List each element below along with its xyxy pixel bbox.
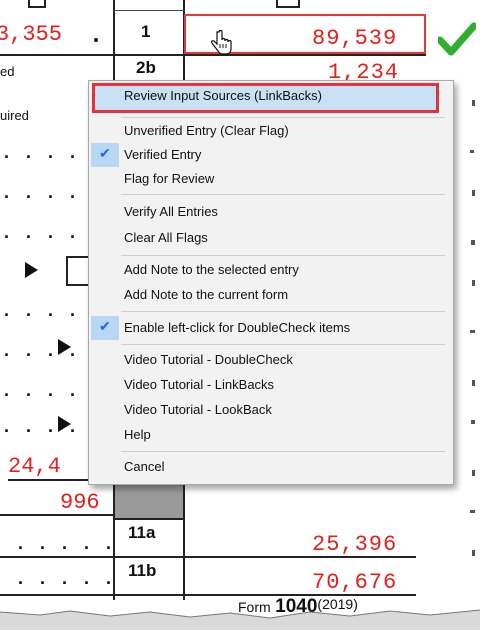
menu-item-unverified-entry[interactable]: Unverified Entry (Clear Flag): [89, 119, 453, 143]
menu-separator: [121, 451, 445, 452]
line-11a-amount[interactable]: 25,396: [312, 532, 397, 557]
dot-leader: . . . . .: [18, 533, 118, 553]
line-11b-amount[interactable]: 70,676: [312, 570, 397, 595]
right-edge-fragments: [466, 80, 480, 600]
menu-item-label: Video Tutorial - LinkBacks: [124, 377, 275, 392]
menu-item-cancel[interactable]: Cancel: [89, 455, 453, 479]
row-line: [113, 10, 185, 11]
left-amount-996[interactable]: 996: [60, 490, 100, 515]
dot-leader: . . . .: [4, 142, 82, 162]
arrow-icon: [58, 416, 71, 432]
arrow-icon: [25, 262, 38, 278]
menu-item-verify-all[interactable]: Verify All Entries: [89, 200, 453, 224]
menu-item-label: Unverified Entry (Clear Flag): [124, 123, 289, 138]
menu-separator: [121, 255, 445, 256]
line-2b-amount[interactable]: 1,234: [328, 60, 399, 80]
checkmark-icon: ✔: [91, 316, 119, 340]
left-amount-dot: [94, 38, 98, 42]
menu-item-label: Video Tutorial - DoubleCheck: [124, 352, 293, 367]
menu-item-verified-entry[interactable]: ✔ Verified Entry: [89, 143, 453, 167]
side-label: ed: [0, 64, 15, 79]
hand-cursor-icon: [210, 29, 232, 56]
line-number: 11a: [128, 523, 156, 542]
checkmark-icon: ✔: [91, 143, 119, 167]
menu-item-add-note-selected[interactable]: Add Note to the selected entry: [89, 258, 453, 282]
menu-item-label: Verify All Entries: [124, 204, 218, 219]
menu-item-label: Add Note to the selected entry: [124, 262, 299, 277]
arrow-icon: [58, 339, 71, 355]
menu-item-label: Flag for Review: [124, 171, 215, 186]
dot-leader: . . . .: [4, 182, 82, 202]
row-line: [0, 556, 416, 558]
dot-leader: . . . .: [4, 300, 82, 320]
menu-item-label: Enable left-click for DoubleCheck items: [124, 320, 351, 335]
menu-item-label: Video Tutorial - LookBack: [124, 402, 272, 417]
menu-separator: [121, 117, 445, 118]
line-number: 1: [141, 22, 151, 41]
side-label: uired: [0, 108, 29, 123]
menu-item-label: Cancel: [124, 459, 165, 474]
menu-item-label: Clear All Flags: [124, 230, 208, 245]
row-line: [0, 514, 115, 516]
torn-edge: [0, 600, 480, 630]
left-amount-top: 3,355: [0, 22, 63, 47]
left-amount-mid[interactable]: 24,4: [8, 454, 61, 479]
line-number: 11b: [128, 561, 157, 580]
menu-item-video-lookback[interactable]: Video Tutorial - LookBack: [89, 398, 453, 422]
menu-item-help[interactable]: Help: [89, 423, 453, 447]
top-box-stub: [28, 0, 46, 8]
menu-item-video-doublecheck[interactable]: Video Tutorial - DoubleCheck: [89, 348, 453, 372]
top-box-stub: [276, 0, 300, 8]
dot-leader: . . . .: [4, 380, 82, 400]
menu-item-flag-for-review[interactable]: Flag for Review: [89, 167, 453, 191]
menu-item-label: Verified Entry: [124, 147, 202, 162]
line-1-amount[interactable]: 89,539: [312, 26, 397, 51]
menu-item-label: Add Note to the current form: [124, 287, 289, 302]
dot-leader: . . . .: [4, 222, 82, 242]
menu-item-enable-left-click[interactable]: ✔ Enable left-click for DoubleCheck item…: [89, 316, 453, 340]
menu-item-clear-all-flags[interactable]: Clear All Flags: [89, 226, 453, 250]
dot-leader: . . . . .: [18, 568, 118, 588]
row-line: [8, 479, 88, 481]
shaded-cell: [115, 482, 183, 518]
menu-item-add-note-form[interactable]: Add Note to the current form: [89, 283, 453, 307]
menu-item-label: Review Input Sources (LinkBacks): [124, 88, 322, 103]
menu-item-video-linkbacks[interactable]: Video Tutorial - LinkBacks: [89, 373, 453, 397]
menu-separator: [121, 194, 445, 195]
green-checkmark-icon: [436, 22, 478, 56]
menu-separator: [121, 344, 445, 345]
row-line: [113, 518, 185, 520]
line-number: 2b: [136, 58, 156, 77]
menu-item-review-input-sources[interactable]: Review Input Sources (LinkBacks): [92, 83, 439, 113]
context-menu: Review Input Sources (LinkBacks) Unverif…: [88, 80, 454, 485]
menu-separator: [121, 311, 445, 312]
checkbox-stub: [66, 256, 90, 286]
menu-item-label: Help: [124, 427, 151, 442]
